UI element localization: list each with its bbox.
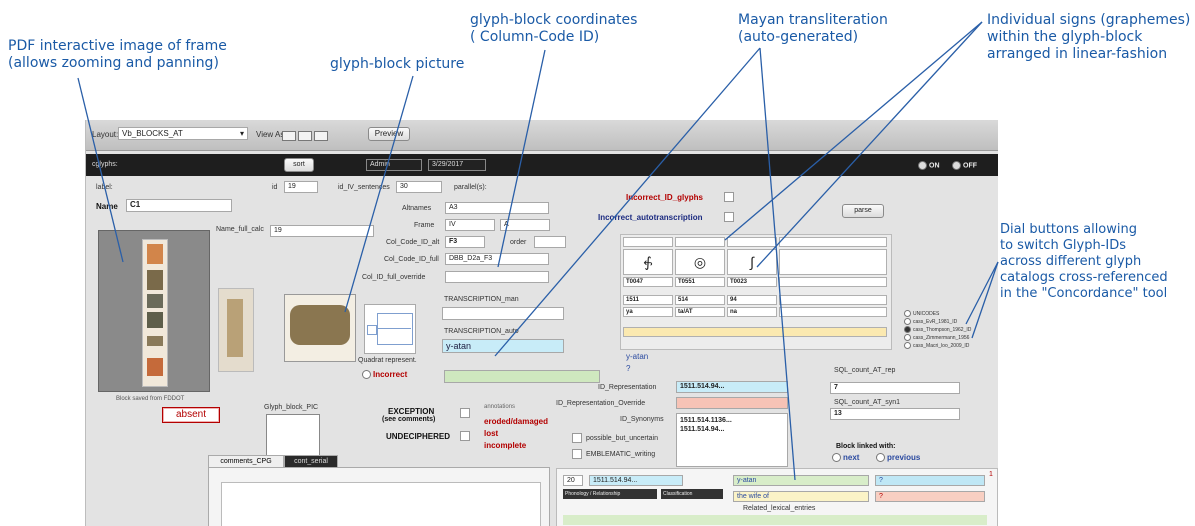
pointer-line — [494, 47, 761, 357]
pointer-line — [497, 49, 546, 268]
pointer-line — [344, 75, 414, 313]
annotation-pointers — [77, 21, 999, 481]
pointer-line — [724, 21, 983, 241]
pointer-line — [77, 77, 124, 263]
pointer-line — [965, 261, 999, 325]
pointer-line — [759, 47, 796, 481]
pointer-line — [756, 21, 983, 268]
pointer-line — [971, 261, 999, 339]
